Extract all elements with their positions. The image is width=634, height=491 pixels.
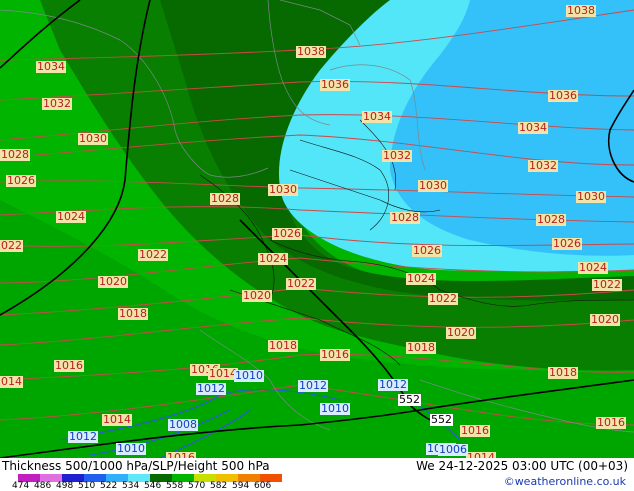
color-scale: 474 486 498 510 522 534 546 558 570 582 594 606	[4, 474, 304, 491]
isobar-label: 1024	[56, 210, 86, 223]
isobar-label: 552	[398, 393, 421, 406]
isobar-label: 1030	[78, 132, 108, 145]
map-footer: Thickness 500/1000 hPa/SLP/Height 500 hP…	[0, 458, 634, 491]
isobar-label: 1032	[42, 97, 72, 110]
isobar-label: 1008	[168, 418, 198, 431]
isobar-label: 1018	[118, 307, 148, 320]
isobar-label: 1022	[428, 292, 458, 305]
isobar-label: 552	[430, 413, 453, 426]
isobar-label: 1026	[552, 237, 582, 250]
isobar-label: 1020	[590, 313, 620, 326]
isobar-label: 1026	[412, 244, 442, 257]
isobar-label: 1026	[6, 174, 36, 187]
isobar-label: 1010	[320, 402, 350, 415]
isobar-label: 1020	[98, 275, 128, 288]
isobar-label: 1026	[272, 227, 302, 240]
isobar-label: 014	[0, 375, 23, 388]
isobar-label: 022	[0, 239, 23, 252]
isobar-label: 1016	[596, 416, 626, 429]
weather-map[interactable]: 1038 1038 1034 1036 1032 1036 1034 1030 1034 1028…	[0, 0, 634, 458]
isobar-label: 1024	[258, 252, 288, 265]
isobar-label: 1034	[36, 60, 66, 73]
isobar-label: 1010	[116, 442, 146, 455]
valid-time: We 24-12-2025 03:00 UTC (00+03)	[416, 459, 628, 473]
isobar-label: 1036	[548, 89, 578, 102]
isobar-label: 1022	[138, 248, 168, 261]
isobar-label: 1030	[418, 179, 448, 192]
isobar-label: 1028	[390, 211, 420, 224]
isobar-label: 1022	[592, 278, 622, 291]
isobar-label: 1012	[68, 430, 98, 443]
isobar-label: 1032	[382, 149, 412, 162]
isobar-label: 1032	[528, 159, 558, 172]
isobar-label: 1012	[378, 378, 408, 391]
isobar-label: 1020	[242, 289, 272, 302]
isobar-label: 1016	[54, 359, 84, 372]
isobar-label: 1018	[406, 341, 436, 354]
isobar-label: 1024	[406, 272, 436, 285]
isobar-label: 1022	[286, 277, 316, 290]
isobar-label: 1016	[320, 348, 350, 361]
isobar-label: 1028	[210, 192, 240, 205]
isobar-label: 1038	[296, 45, 326, 58]
isobar-label: 1038	[566, 4, 596, 17]
isobar-label: 1024	[578, 261, 608, 274]
isobar-label: 1028	[0, 148, 30, 161]
map-title: Thickness 500/1000 hPa/SLP/Height 500 hP…	[2, 459, 270, 473]
isobar-label: 1012	[298, 379, 328, 392]
isobar-label: 1030	[268, 183, 298, 196]
credit-link[interactable]: ©weatheronline.co.uk	[504, 475, 626, 488]
isobar-label: 1034	[518, 121, 548, 134]
isobar-label: 1012	[196, 382, 226, 395]
isobar-label: 1018	[548, 366, 578, 379]
isobar-label: 1030	[576, 190, 606, 203]
isobar-label: 1034	[362, 110, 392, 123]
isobar-label: 1014	[102, 413, 132, 426]
isobar-label: 1006	[438, 443, 468, 456]
isobar-label: 1028	[536, 213, 566, 226]
isobar-label: 1018	[268, 339, 298, 352]
isobar-label: 1016	[460, 424, 490, 437]
isobar-label: 1020	[446, 326, 476, 339]
isobar-label: 1036	[320, 78, 350, 91]
isobar-label: 1010	[234, 369, 264, 382]
